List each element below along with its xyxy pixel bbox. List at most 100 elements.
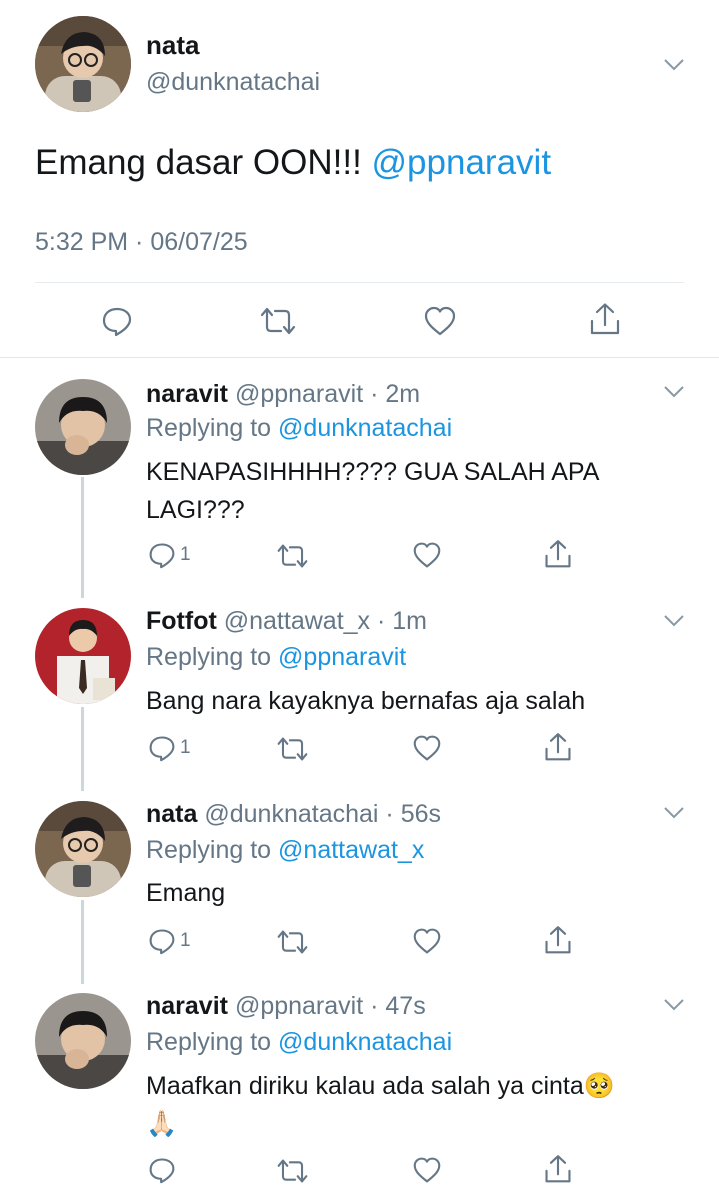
reply-button[interactable]: 1 — [148, 734, 191, 762]
author-handle[interactable]: @nattawat_x — [224, 607, 370, 635]
folded-hands-emoji: 🙏🏻 — [146, 1110, 178, 1138]
author-name[interactable]: nata — [146, 30, 199, 61]
heart-icon — [413, 928, 441, 954]
retweet-button[interactable] — [259, 306, 297, 336]
replying-to-label: Replying to — [146, 1028, 272, 1056]
reply-icon — [149, 543, 175, 569]
heart-icon — [413, 542, 441, 568]
avatar-photo-image — [35, 993, 131, 1089]
avatar[interactable] — [35, 993, 131, 1089]
avatar-photo-image — [35, 16, 131, 112]
avatar[interactable] — [35, 16, 131, 112]
replying-to-link[interactable]: @dunknatachai — [278, 414, 452, 442]
divider — [35, 282, 684, 283]
reply-time[interactable]: 1m — [392, 607, 427, 635]
replying-to-link[interactable]: @nattawat_x — [278, 836, 424, 864]
share-button[interactable] — [543, 732, 573, 762]
share-icon — [545, 1155, 571, 1183]
retweet-icon — [277, 1159, 308, 1183]
reply-icon — [149, 736, 175, 762]
reply-button[interactable] — [101, 305, 133, 337]
replying-to-link[interactable]: @dunknatachai — [278, 1028, 452, 1056]
pleading-face-emoji: 🥺 — [583, 1072, 615, 1100]
tweet-timestamp[interactable]: 5:32 PM · 06/07/25 — [35, 228, 248, 257]
share-button[interactable] — [543, 1154, 573, 1184]
author-name[interactable]: naravit — [146, 992, 228, 1020]
author-name[interactable]: naravit — [146, 380, 228, 408]
author-handle[interactable]: @ppnaravit — [235, 992, 363, 1020]
retweet-button[interactable] — [276, 543, 309, 569]
reply-text-body: Maafkan diriku kalau ada salah ya cinta — [146, 1072, 584, 1100]
reply-icon — [149, 929, 175, 955]
reply-time[interactable]: 56s — [401, 800, 441, 828]
replying-to: Replying to @dunknatachai — [146, 1028, 452, 1057]
avatar-photo-image — [35, 608, 131, 704]
thread-line — [81, 707, 84, 791]
retweet-button[interactable] — [276, 736, 309, 762]
separator-dot: · — [378, 800, 401, 828]
chevron-down-icon[interactable] — [663, 998, 685, 1012]
chevron-down-icon[interactable] — [663, 806, 685, 820]
replying-to-label: Replying to — [146, 414, 272, 442]
section-divider — [0, 357, 719, 358]
share-button[interactable] — [543, 925, 573, 955]
author-name[interactable]: nata — [146, 800, 197, 828]
retweet-button[interactable] — [276, 1158, 309, 1184]
share-icon — [545, 733, 571, 761]
mention-link[interactable]: @ppnaravit — [372, 143, 552, 182]
share-button[interactable] — [588, 302, 622, 336]
reply-button[interactable] — [148, 1156, 176, 1184]
avatar[interactable] — [35, 801, 131, 897]
tweet-body: Emang dasar OON!!! — [35, 143, 362, 182]
reply-button[interactable]: 1 — [148, 927, 191, 955]
retweet-icon — [260, 307, 296, 335]
retweet-button[interactable] — [276, 929, 309, 955]
separator-dot: · — [363, 992, 386, 1020]
chevron-down-icon[interactable] — [663, 385, 685, 399]
author-handle[interactable]: @dunknatachai — [146, 68, 320, 97]
author-name[interactable]: Fotfot — [146, 607, 217, 635]
reply-count: 1 — [180, 737, 191, 758]
reply-header: nata @dunknatachai · 56s — [146, 800, 441, 829]
avatar[interactable] — [35, 379, 131, 475]
separator-dot: · — [370, 607, 393, 635]
like-button[interactable] — [423, 305, 457, 337]
replying-to: Replying to @nattawat_x — [146, 836, 424, 865]
separator-dot: · — [363, 380, 386, 408]
reply-text: Emang — [146, 879, 226, 907]
replying-to-label: Replying to — [146, 643, 272, 671]
retweet-icon — [277, 930, 308, 954]
heart-icon — [413, 1157, 441, 1183]
reply-time[interactable]: 2m — [385, 380, 420, 408]
reply-icon — [102, 307, 132, 337]
share-button[interactable] — [543, 539, 573, 569]
reply-text: KENAPASIHHHH???? GUA SALAH APA LAGI??? — [146, 458, 599, 524]
reply-time[interactable]: 47s — [385, 992, 425, 1020]
reply-header: naravit @ppnaravit · 47s — [146, 992, 426, 1021]
reply-icon — [149, 1158, 175, 1184]
share-icon — [545, 540, 571, 568]
avatar[interactable] — [35, 608, 131, 704]
like-button[interactable] — [412, 927, 442, 955]
heart-icon — [413, 735, 441, 761]
like-button[interactable] — [412, 734, 442, 762]
reply-button[interactable]: 1 — [148, 541, 191, 569]
reply-header: naravit @ppnaravit · 2m — [146, 380, 420, 409]
author-handle[interactable]: @ppnaravit — [235, 380, 363, 408]
like-button[interactable] — [412, 1156, 442, 1184]
avatar-photo-image — [35, 801, 131, 897]
share-icon — [590, 303, 620, 335]
thread-line — [81, 477, 84, 598]
replying-to: Replying to @dunknatachai — [146, 414, 452, 443]
author-handle[interactable]: @dunknatachai — [204, 800, 378, 828]
avatar-photo-image — [35, 379, 131, 475]
replying-to-link[interactable]: @ppnaravit — [278, 643, 406, 671]
chevron-down-icon[interactable] — [663, 614, 685, 628]
retweet-icon — [277, 544, 308, 568]
reply-text: Bang nara kayaknya bernafas aja salah — [146, 687, 586, 715]
chevron-down-icon[interactable] — [663, 58, 685, 72]
reply-count: 1 — [180, 544, 191, 565]
like-button[interactable] — [412, 541, 442, 569]
reply-text: Maafkan diriku kalau ada salah ya cinta🥺… — [146, 1067, 666, 1143]
reply-count: 1 — [180, 930, 191, 951]
